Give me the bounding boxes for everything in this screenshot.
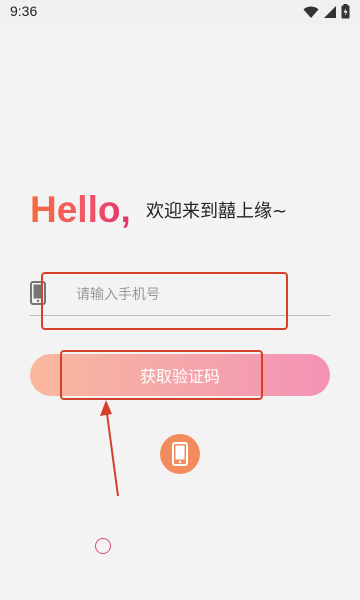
- phone-login-button[interactable]: [160, 434, 200, 474]
- welcome-text: 欢迎来到囍上缘~: [146, 201, 288, 222]
- login-screen: Hello, 欢迎来到囍上缘~ 获取验证码: [0, 24, 360, 600]
- battery-icon: [341, 4, 350, 19]
- status-icons: [303, 4, 350, 19]
- wifi-icon: [303, 6, 319, 18]
- status-time: 9:36: [10, 3, 38, 19]
- annotation-box-code-button: [60, 350, 263, 400]
- status-bar: 9:36: [0, 0, 360, 24]
- hello-heading: Hello,: [30, 189, 131, 230]
- circle-indicator-icon: [95, 538, 111, 554]
- signal-icon: [324, 5, 336, 18]
- annotation-box-phone-input: [41, 272, 288, 330]
- mobile-phone-icon: [172, 442, 188, 466]
